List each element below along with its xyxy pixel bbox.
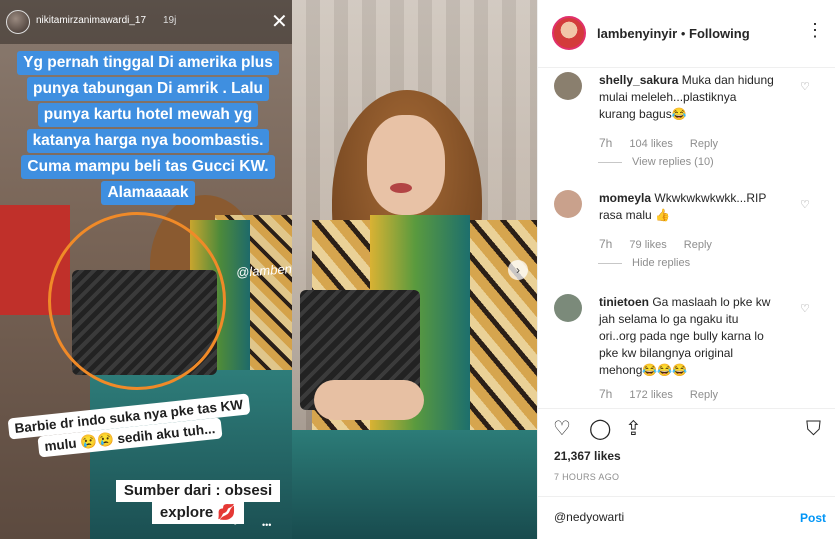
photo-hand: [314, 380, 424, 420]
comment-time: 7h: [599, 136, 613, 150]
comment-username[interactable]: tinietoen: [599, 295, 649, 309]
comment-time: 7h: [599, 237, 613, 251]
chevron-right-icon[interactable]: ›: [508, 260, 528, 280]
comment-text: momeyla Wkwkwkwkwkk...RIP rasa malu 👍: [599, 190, 775, 224]
post-media[interactable]: @lambenyinyir nikitamirzanimawardi_17 19…: [0, 0, 537, 539]
story-username: nikitamirzanimawardi_17: [36, 15, 147, 26]
caption-line: punya tabungan Di amrik . Lalu: [27, 77, 269, 101]
heart-icon[interactable]: ♡: [553, 418, 571, 440]
comment-username[interactable]: shelly_sakura: [599, 73, 678, 87]
heart-icon[interactable]: ♡: [800, 80, 810, 93]
avatar[interactable]: [554, 190, 582, 218]
post-button[interactable]: Post: [800, 511, 826, 525]
avatar[interactable]: [554, 72, 582, 100]
story-caption: Yg pernah tinggal Di amerika plus punya …: [8, 50, 288, 206]
avatar[interactable]: [552, 16, 586, 50]
story-source: Sumber dari : obsesi explore 💋: [108, 480, 288, 524]
comment-text: tinietoen Ga maslaah lo pke kw jah selam…: [599, 294, 775, 379]
story-time: 19j: [163, 15, 177, 26]
more-icon[interactable]: ⋮: [806, 20, 825, 41]
comment-meta: 7h 172 likes Reply: [599, 387, 732, 401]
photo-face: [367, 115, 445, 215]
source-line: explore 💋: [151, 502, 245, 524]
event-photo: [292, 0, 537, 539]
author-username[interactable]: lambenyinyir: [597, 26, 677, 41]
caption-line: Yg pernah tinggal Di amerika plus: [17, 51, 279, 75]
comment-likes[interactable]: 79 likes: [629, 239, 666, 251]
reply-button[interactable]: Reply: [684, 239, 712, 251]
comment-input[interactable]: [554, 510, 774, 524]
post-time: 7 HOURS AGO: [554, 472, 620, 482]
post-header: lambenyinyir • Following ⋮: [538, 0, 835, 68]
comment-meta: 7h 79 likes Reply: [599, 237, 726, 251]
bookmark-icon[interactable]: ⛉: [806, 418, 821, 440]
heart-icon[interactable]: ♡: [800, 302, 810, 315]
comment-username[interactable]: momeyla: [599, 191, 651, 205]
share-icon[interactable]: ⇪: [625, 418, 642, 440]
likes-count[interactable]: 21,367 likes: [554, 449, 621, 463]
caption-line: katanya harga nya boombastis.: [26, 129, 270, 153]
caption-line: punya kartu hotel mewah yg: [37, 103, 259, 127]
hide-replies-button[interactable]: Hide replies: [632, 257, 690, 269]
separator-dot: •: [680, 26, 686, 41]
comment-likes[interactable]: 172 likes: [629, 389, 672, 401]
reply-button[interactable]: Reply: [690, 389, 718, 401]
comments-list: shelly_sakura Muka dan hidung mulai mele…: [538, 68, 835, 408]
caption-line: Cuma mampu beli tas Gucci KW.: [21, 155, 275, 179]
photo-lips: [390, 183, 412, 193]
send-icon: ➤: [233, 514, 244, 528]
caption-line: Alamaaaak: [101, 181, 195, 205]
photo-skirt: [292, 430, 537, 539]
heart-icon[interactable]: ♡: [800, 198, 810, 211]
add-comment-bar: Post: [538, 496, 835, 539]
story-avatar: [6, 10, 30, 34]
source-line: Sumber dari : obsesi: [115, 480, 281, 502]
avatar[interactable]: [554, 294, 582, 322]
story-sticker: Barbie dr indo suka nya pke tas KW mulu …: [7, 393, 290, 458]
post-author-line: lambenyinyir • Following: [597, 26, 750, 41]
reply-button[interactable]: Reply: [690, 138, 718, 150]
story-topbar: nikitamirzanimawardi_17 19j ✕: [0, 0, 292, 44]
story-screenshot: @lambenyinyir nikitamirzanimawardi_17 19…: [0, 0, 292, 539]
follow-status-button[interactable]: Following: [689, 26, 750, 41]
highlight-circle: [48, 212, 226, 390]
comment-meta: 7h 104 likes Reply: [599, 136, 732, 150]
post-sidebar: lambenyinyir • Following ⋮ shelly_sakura…: [537, 0, 835, 539]
comment-icon[interactable]: ◯: [589, 418, 611, 440]
action-bar: ♡ ◯ ⇪ ⛉: [538, 408, 835, 448]
comment-likes[interactable]: 104 likes: [629, 138, 672, 150]
more-dots-icon: •••: [262, 520, 272, 530]
comment-text: shelly_sakura Muka dan hidung mulai mele…: [599, 72, 775, 123]
comment-time: 7h: [599, 387, 613, 401]
view-replies-button[interactable]: View replies (10): [632, 156, 714, 168]
close-icon: ✕: [271, 11, 288, 33]
